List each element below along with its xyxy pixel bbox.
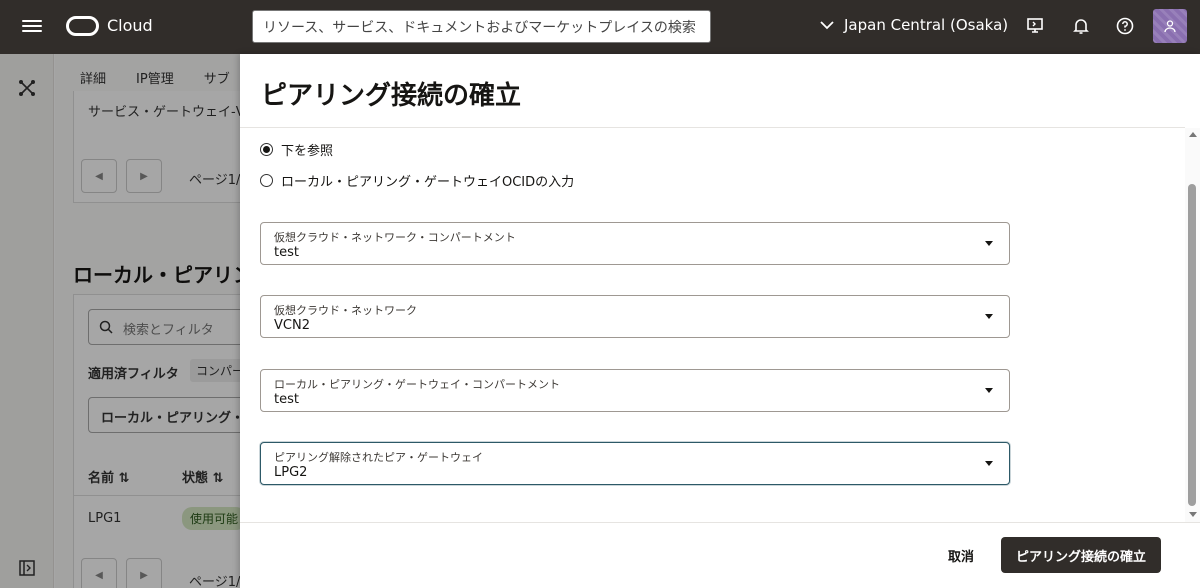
field-value: LPG2 <box>274 465 308 480</box>
region-selector[interactable]: Japan Central (Osaka) <box>820 16 1008 34</box>
field-value: test <box>274 245 299 260</box>
peering-connection-drawer: ピアリング接続の確立 下を参照 ローカル・ピアリング・ゲートウェイOCIDの入力… <box>240 54 1200 588</box>
dropdown-caret-icon <box>985 388 993 393</box>
header-divider <box>240 127 1185 128</box>
scroll-down-arrow-icon[interactable] <box>1189 512 1197 517</box>
field-label: ローカル・ピアリング・ゲートウェイ・コンパートメント <box>274 378 560 391</box>
dropdown-caret-icon <box>985 241 993 246</box>
radio-label: 下を参照 <box>281 144 334 159</box>
chevron-down-icon <box>820 21 834 30</box>
footer-divider <box>240 522 1200 523</box>
radio-enter-ocid[interactable]: ローカル・ピアリング・ゲートウェイOCIDの入力 <box>260 171 574 190</box>
field-label: 仮想クラウド・ネットワーク <box>274 304 417 317</box>
radio-unselected-icon <box>260 174 273 187</box>
brand-name[interactable]: Cloud <box>107 16 153 35</box>
scroll-up-arrow-icon[interactable] <box>1189 132 1197 137</box>
vcn-select[interactable]: 仮想クラウド・ネットワーク VCN2 <box>260 295 1010 338</box>
radio-browse-below[interactable]: 下を参照 <box>260 140 333 159</box>
user-avatar[interactable] <box>1153 9 1187 43</box>
user-icon <box>1164 20 1176 33</box>
global-search-input[interactable] <box>252 10 711 43</box>
field-label: 仮想クラウド・ネットワーク・コンパートメント <box>274 231 516 244</box>
oracle-logo-icon[interactable] <box>66 16 99 36</box>
drawer-scrollbar[interactable] <box>1185 128 1200 522</box>
radio-selected-icon <box>260 143 273 156</box>
top-navigation-bar: Cloud Japan Central (Osaka) <box>0 0 1200 54</box>
establish-peering-button[interactable]: ピアリング接続の確立 <box>1001 537 1161 573</box>
help-icon[interactable] <box>1114 15 1136 37</box>
bell-icon[interactable] <box>1070 15 1092 37</box>
field-label: ピアリング解除されたピア・ゲートウェイ <box>274 451 483 464</box>
dropdown-caret-icon <box>985 314 993 319</box>
field-value: test <box>274 392 299 407</box>
cancel-button[interactable]: 取消 <box>936 537 986 573</box>
region-label: Japan Central (Osaka) <box>844 16 1009 34</box>
lpg-compartment-select[interactable]: ローカル・ピアリング・ゲートウェイ・コンパートメント test <box>260 369 1010 412</box>
dropdown-caret-icon <box>985 461 993 466</box>
drawer-title: ピアリング接続の確立 <box>261 81 522 111</box>
radio-label: ローカル・ピアリング・ゲートウェイOCIDの入力 <box>281 175 575 190</box>
scroll-thumb[interactable] <box>1188 184 1196 506</box>
hamburger-menu-icon[interactable] <box>22 17 42 37</box>
modal-overlay[interactable] <box>0 54 240 588</box>
field-value: VCN2 <box>274 318 310 333</box>
vcn-compartment-select[interactable]: 仮想クラウド・ネットワーク・コンパートメント test <box>260 222 1010 265</box>
peer-gateway-select[interactable]: ピアリング解除されたピア・ゲートウェイ LPG2 <box>260 442 1010 485</box>
developer-tools-icon[interactable] <box>1024 15 1046 37</box>
